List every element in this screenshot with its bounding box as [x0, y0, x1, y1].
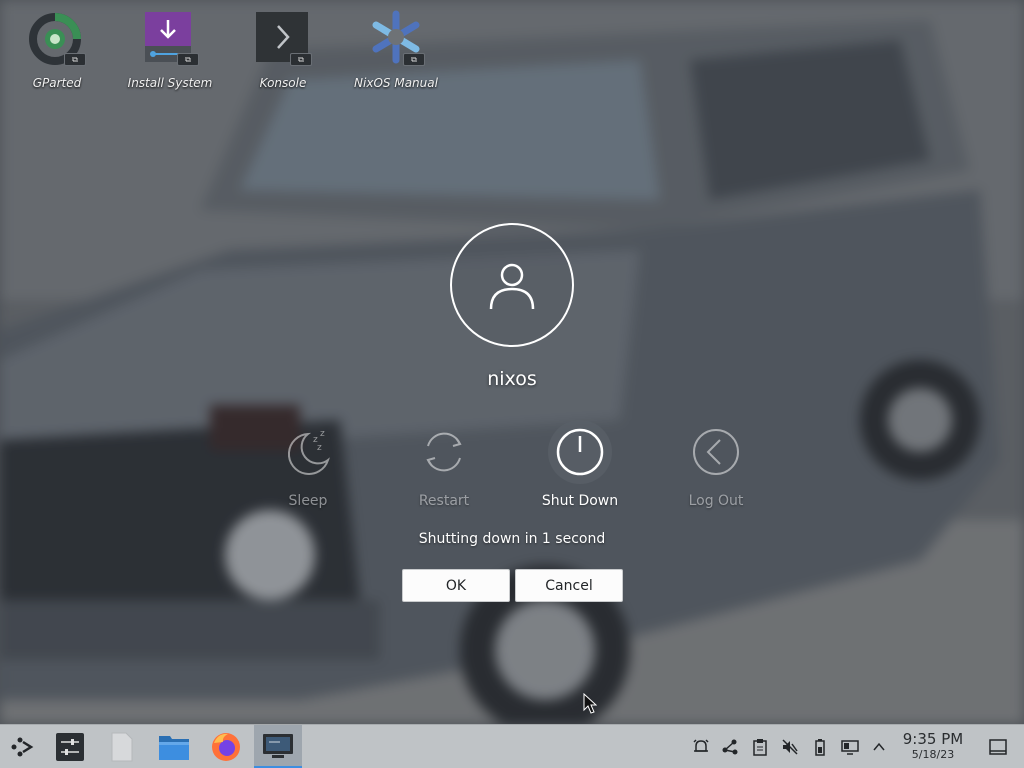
volume-muted-icon	[782, 739, 798, 755]
user-avatar	[450, 223, 574, 347]
tray-clipboard[interactable]	[750, 737, 770, 757]
install-system-icon: ⧉	[141, 8, 199, 66]
shut-down-label: Shut Down	[541, 493, 619, 509]
expand-tray-chevron-icon	[873, 742, 885, 751]
clipboard-icon	[753, 739, 767, 756]
restart-button[interactable]: Restart	[389, 420, 499, 509]
clock-date: 5/18/23	[911, 748, 955, 761]
system-settings-icon	[56, 733, 84, 761]
link-badge-icon: ⧉	[64, 53, 86, 66]
sleep-moon-icon: z z z	[287, 429, 330, 475]
svg-text:z: z	[317, 443, 322, 453]
shutdown-countdown-text: Shutting down in 1 second	[418, 531, 606, 547]
application-launcher-icon	[11, 737, 34, 757]
tray-expand-button[interactable]	[869, 737, 889, 757]
tray-display[interactable]	[840, 737, 860, 757]
link-badge-icon: ⧉	[290, 53, 312, 66]
desktop-icon-label: GParted	[32, 76, 82, 90]
konsole-window-icon	[263, 733, 293, 758]
tray-network-share[interactable]	[720, 737, 740, 757]
notifications-icon	[693, 739, 709, 752]
show-desktop-button[interactable]	[988, 737, 1008, 757]
desktop-icon-install-system[interactable]: ⧉ Install System	[115, 8, 225, 90]
ok-button[interactable]: OK	[402, 569, 510, 602]
digital-clock[interactable]: 9:35 PM 5/18/23	[896, 730, 970, 762]
desktop-icon-gparted[interactable]: ⧉ GParted	[2, 8, 112, 90]
application-launcher-button[interactable]	[2, 725, 42, 768]
taskbar-file-manager[interactable]	[154, 725, 194, 768]
taskbar-document[interactable]	[102, 725, 142, 768]
tray-volume[interactable]	[780, 737, 800, 757]
desktop-icon-nixos-manual[interactable]: ⧉ NixOS Manual	[341, 8, 451, 90]
document-icon	[111, 732, 133, 762]
mouse-cursor-icon	[583, 693, 597, 714]
network-share-icon	[722, 739, 738, 755]
taskbar-system-settings[interactable]	[50, 725, 90, 768]
desktop-icon-konsole[interactable]: ⧉ Konsole	[228, 8, 338, 90]
tray-battery[interactable]	[810, 737, 830, 757]
show-desktop-icon	[989, 739, 1007, 755]
restart-label: Restart	[418, 493, 470, 509]
user-icon	[489, 263, 535, 310]
username-label: nixos	[487, 368, 537, 390]
sleep-button[interactable]: z z z Sleep	[253, 420, 363, 509]
tray-notifications[interactable]	[691, 737, 711, 757]
desktop-icon-label: Konsole	[259, 76, 307, 90]
taskbar-firefox[interactable]	[206, 725, 246, 768]
log-out-label: Log Out	[688, 493, 744, 509]
shut-down-button[interactable]: Shut Down	[525, 420, 635, 509]
battery-icon	[815, 739, 825, 756]
power-icon	[556, 428, 604, 476]
restart-icon	[426, 432, 462, 472]
clock-time: 9:35 PM	[902, 730, 964, 748]
taskbar	[0, 724, 1024, 768]
log-out-arrow-icon	[693, 429, 739, 475]
desktop-icon-label: NixOS Manual	[354, 76, 438, 90]
dialog-dim-overlay	[0, 0, 1024, 724]
cancel-button[interactable]: Cancel	[515, 569, 623, 602]
sleep-label: Sleep	[288, 493, 328, 509]
gparted-icon: ⧉	[28, 8, 86, 66]
desktop-icon-label: Install System	[127, 76, 213, 90]
firefox-icon	[212, 733, 240, 761]
taskbar-konsole-window[interactable]	[254, 725, 302, 768]
svg-text:z: z	[320, 429, 325, 439]
link-badge-icon: ⧉	[177, 53, 199, 66]
link-badge-icon: ⧉	[403, 53, 425, 66]
display-icon	[841, 740, 859, 755]
dolphin-folder-icon	[159, 736, 189, 760]
log-out-button[interactable]: Log Out	[661, 420, 771, 509]
konsole-icon: ⧉	[254, 8, 312, 66]
nixos-snowflake-icon: ⧉	[367, 8, 425, 66]
